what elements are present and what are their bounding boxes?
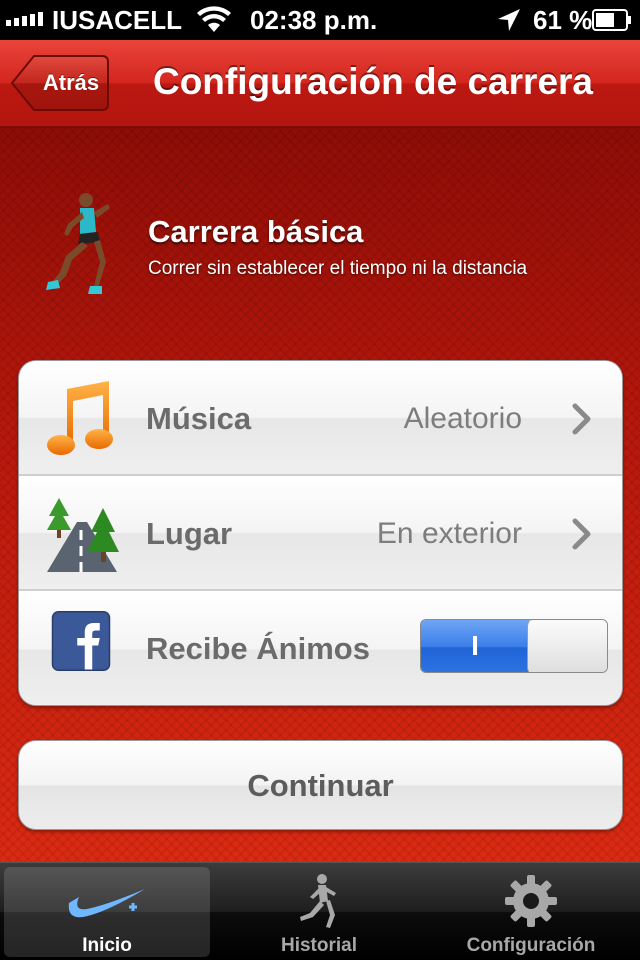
tab-home[interactable]: Inicio: [4, 867, 210, 957]
toggle-knob[interactable]: [527, 620, 607, 672]
back-button-label: Atrás: [42, 70, 100, 95]
gear-icon: [505, 875, 557, 927]
page-title: Configuración de carrera: [152, 61, 593, 102]
runner-icon: [46, 193, 110, 294]
music-value: Aleatorio: [403, 402, 522, 435]
location-value: En exterior: [376, 517, 522, 550]
main-content: Carrera básica Correr sin establecer el …: [0, 128, 640, 862]
signal-strength-icon: [6, 12, 43, 26]
status-time: 02:38 p.m.: [250, 5, 378, 35]
outdoor-road-trees-icon: [47, 498, 119, 572]
cheers-label: Recibe Ánimos: [146, 631, 370, 666]
carrier-name: IUSACELL: [52, 5, 182, 35]
settings-row-cheers: Recibe Ánimos I: [19, 591, 622, 705]
tab-home-label: Inicio: [82, 935, 132, 956]
run-settings-list: Música Aleatorio Lugar En exterior Recib…: [18, 360, 623, 706]
music-label: Música: [146, 401, 252, 436]
facebook-icon: [51, 611, 111, 671]
battery-icon: [592, 9, 631, 31]
settings-row-music[interactable]: Música Aleatorio: [19, 361, 622, 476]
tab-history[interactable]: Historial: [216, 867, 422, 957]
location-arrow-icon: [498, 9, 520, 31]
cheers-toggle[interactable]: I: [420, 619, 608, 673]
toggle-on-indicator: I: [421, 620, 529, 672]
run-type-title: Carrera básica: [148, 214, 364, 249]
run-type-subtitle: Correr sin establecer el tiempo ni la di…: [148, 258, 528, 279]
chevron-right-icon: [572, 518, 591, 550]
battery-percentage: 61 %: [533, 5, 593, 35]
chevron-right-icon: [572, 403, 591, 435]
navigation-bar: Atrás Configuración de carrera: [0, 40, 640, 128]
status-bar: IUSACELL 02:38 p.m. 61 %: [0, 0, 640, 40]
nike-swoosh-icon: [68, 889, 145, 918]
location-label: Lugar: [146, 516, 233, 551]
continue-button[interactable]: Continuar: [18, 740, 623, 830]
back-button[interactable]: Atrás: [10, 54, 110, 112]
tab-settings-label: Configuración: [466, 935, 596, 956]
tab-bar: Inicio Historial Configuración: [0, 862, 640, 960]
tab-history-label: Historial: [280, 935, 358, 956]
tab-settings[interactable]: Configuración: [428, 867, 634, 957]
music-note-icon: [47, 381, 113, 455]
settings-row-location[interactable]: Lugar En exterior: [19, 476, 622, 591]
runner-silhouette-icon: [300, 874, 336, 928]
wifi-icon: [197, 6, 231, 32]
